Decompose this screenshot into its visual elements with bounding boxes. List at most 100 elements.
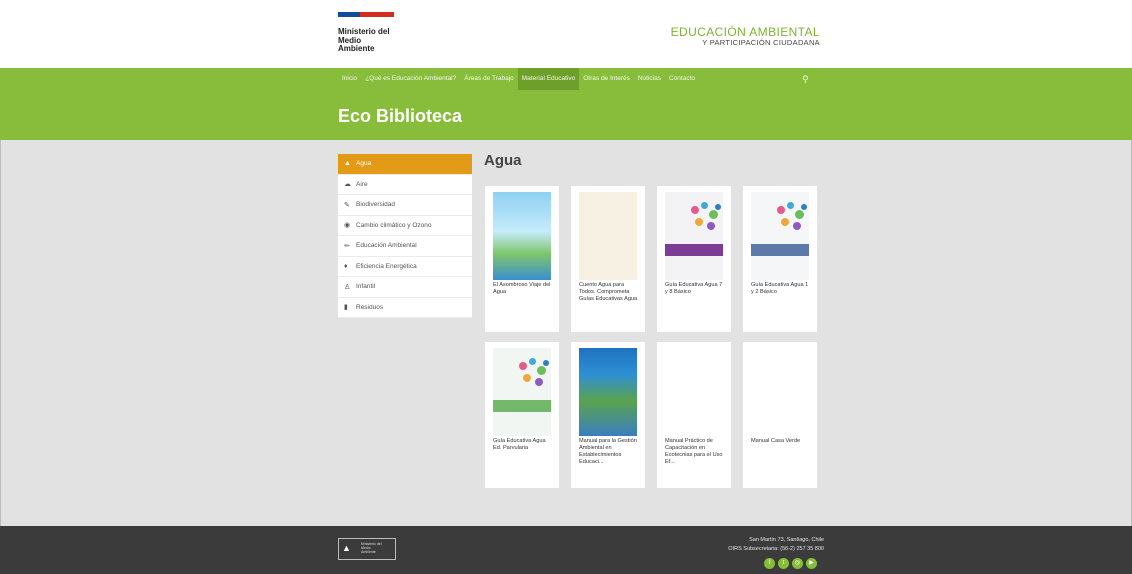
nav-item-0[interactable]: Inicio [338,68,361,90]
cover-icons [689,202,721,232]
card-cover[interactable] [579,348,637,436]
twitter-icon[interactable]: t [778,558,789,569]
sidebar-item-label: Residuos [356,303,384,311]
sidebar-item-4[interactable]: ✏ Educación Ambiental [338,236,472,257]
sidebar-item-label: Eficiencia Energética [356,262,417,270]
card-title[interactable]: Guía Educativa Agua 1 y 2 Básico [751,282,811,296]
nav-item-1[interactable]: ¿Qué es Educación Ambiental? [361,68,460,90]
resource-card[interactable]: Cuento Agua para Todos. Comprometa Guías… [571,186,645,332]
hero-banner: Eco Biblioteca [0,90,1132,140]
card-cover[interactable] [665,348,723,436]
ministry-logo[interactable]: Ministerio del Medio Ambiente [338,12,408,60]
card-cover[interactable] [751,192,809,280]
cover-band [665,244,723,256]
ministry-logo-text: Ministerio del Medio Ambiente [338,27,390,53]
nav-item-4[interactable]: Otras de Interés [579,68,634,90]
cover-dot [795,210,804,219]
cover-dot [529,358,536,365]
bulb-icon: ♦ [344,262,348,270]
site-brand[interactable]: EDUCACIÓN AMBIENTAL Y PARTICIPACIÓN CIUD… [671,26,820,48]
resource-card[interactable]: Manual Casa Verde [743,342,817,488]
sidebar-item-label: Infantil [356,283,376,291]
cover-dot [695,218,703,226]
card-title[interactable]: Manual para la Gestión Ambiental en Esta… [579,438,639,466]
cover-dot [781,218,789,226]
card-cover[interactable] [751,348,809,436]
nav-item-6[interactable]: Contacto [665,68,699,90]
nav-item-3[interactable]: Material Educativo [517,68,580,90]
social-links: f t ◎ ▶ [764,558,817,569]
resource-card[interactable]: Guía Educativa Agua Ed. Parvularia [485,342,559,488]
youtube-icon[interactable]: ▶ [806,558,817,569]
cover-dot [777,206,785,214]
cover-dot [787,202,794,209]
resource-card[interactable]: Guía Educativa Agua 7 y 8 Básico [657,186,731,332]
child-icon: ♙ [344,283,351,291]
resource-card[interactable]: Manual para la Gestión Ambiental en Esta… [571,342,645,488]
leaf-icon: ✎ [344,201,350,209]
sidebar-item-3[interactable]: ◉ Cambio climático y Ozono [338,216,472,236]
sidebar-item-label: Educación Ambiental [356,242,417,250]
section-title: Agua [484,152,522,169]
footer-address-line2: OIRS Subsecretaria: (56-2) 257 35 800 [728,546,824,552]
cover-dot [543,360,549,366]
globe-icon: ◉ [344,222,351,230]
cover-dot [519,362,527,370]
sidebar-item-label: Cambio climático y Ozono [356,221,432,229]
card-cover[interactable] [493,192,551,280]
card-cover[interactable] [579,192,637,280]
card-title[interactable]: El Asombroso Viaje del Agua [493,282,553,296]
instagram-icon[interactable]: ◎ [792,558,803,569]
droplet-icon: ▲ [344,160,351,168]
cover-icons [517,358,549,388]
flag-bar [338,12,394,17]
footer-logo[interactable]: ▲ Ministerio del Medio Ambiente [338,538,396,560]
resource-card[interactable]: Manual Práctico de Capacitación en Ecote… [657,342,731,488]
card-cover[interactable] [665,192,723,280]
cover-dot [709,210,718,219]
card-title[interactable]: Manual Práctico de Capacitación en Ecote… [665,438,725,466]
sidebar-item-2[interactable]: ✎ Biodiversidad [338,195,472,216]
card-title[interactable]: Guía Educativa Agua 7 y 8 Básico [665,282,725,296]
cover-dot [691,206,699,214]
card-title[interactable]: Manual Casa Verde [751,438,811,445]
cover-band [751,244,809,256]
main-nav: Inicio ¿Qué es Educación Ambiental? Áreas … [0,68,1132,90]
sidebar-item-0[interactable]: ▲ Agua [338,154,472,175]
footer-logo-emblem-icon: ▲ [342,543,351,553]
nav-item-5[interactable]: Noticias [634,68,665,90]
sidebar-item-7[interactable]: ▮ Residuos [338,298,472,318]
resource-card[interactable]: Guía Educativa Agua 1 y 2 Básico [743,186,817,332]
cover-dot [535,378,543,386]
brand-subtitle: Y PARTICIPACIÓN CIUDADANA [702,38,820,47]
sidebar-item-6[interactable]: ♙ Infantil [338,277,472,298]
flag-red [360,12,394,17]
sidebar-item-label: Agua [356,160,372,168]
resource-card[interactable]: El Asombroso Viaje del Agua [485,186,559,332]
sidebar-item-1[interactable]: ☁ Aire [338,175,472,195]
cover-icons [775,202,807,232]
sidebar-item-label: Biodiversidad [356,201,396,209]
facebook-icon[interactable]: f [764,558,775,569]
card-cover[interactable] [493,348,551,436]
site-header: Ministerio del Medio Ambiente EDUCACIÓN … [0,0,1132,68]
cover-dot [715,204,721,210]
cover-dot [793,222,801,230]
pencil-icon: ✏ [344,242,350,250]
cover-dot [537,366,546,375]
category-sidebar: ▲ Agua ☁ Aire ✎ Biodiversidad ◉ Cambio climátic… [338,154,472,318]
flag-blue [338,12,360,17]
sidebar-item-5[interactable]: ♦ Eficiencia Energética [338,257,472,277]
nav-items: Inicio ¿Qué es Educación Ambiental? Áreas … [338,68,699,90]
card-title[interactable]: Cuento Agua para Todos. Comprometa Guías… [579,282,639,303]
nav-item-2[interactable]: Áreas de Trabajo [460,68,518,90]
card-title[interactable]: Guía Educativa Agua Ed. Parvularia [493,438,553,452]
search-icon[interactable]: ⚲ [802,74,812,84]
cover-dot [801,204,807,210]
cloud-icon: ☁ [344,181,351,189]
footer-address-line1: San Martín 73, Santiago, Chile [749,537,824,543]
footer-logo-text: Ministerio del Medio Ambiente [361,542,382,554]
footer-address: San Martín 73, Santiago, Chile OIRS Subs… [728,536,824,554]
cover-dot [707,222,715,230]
sidebar-item-label: Aire [356,180,368,188]
